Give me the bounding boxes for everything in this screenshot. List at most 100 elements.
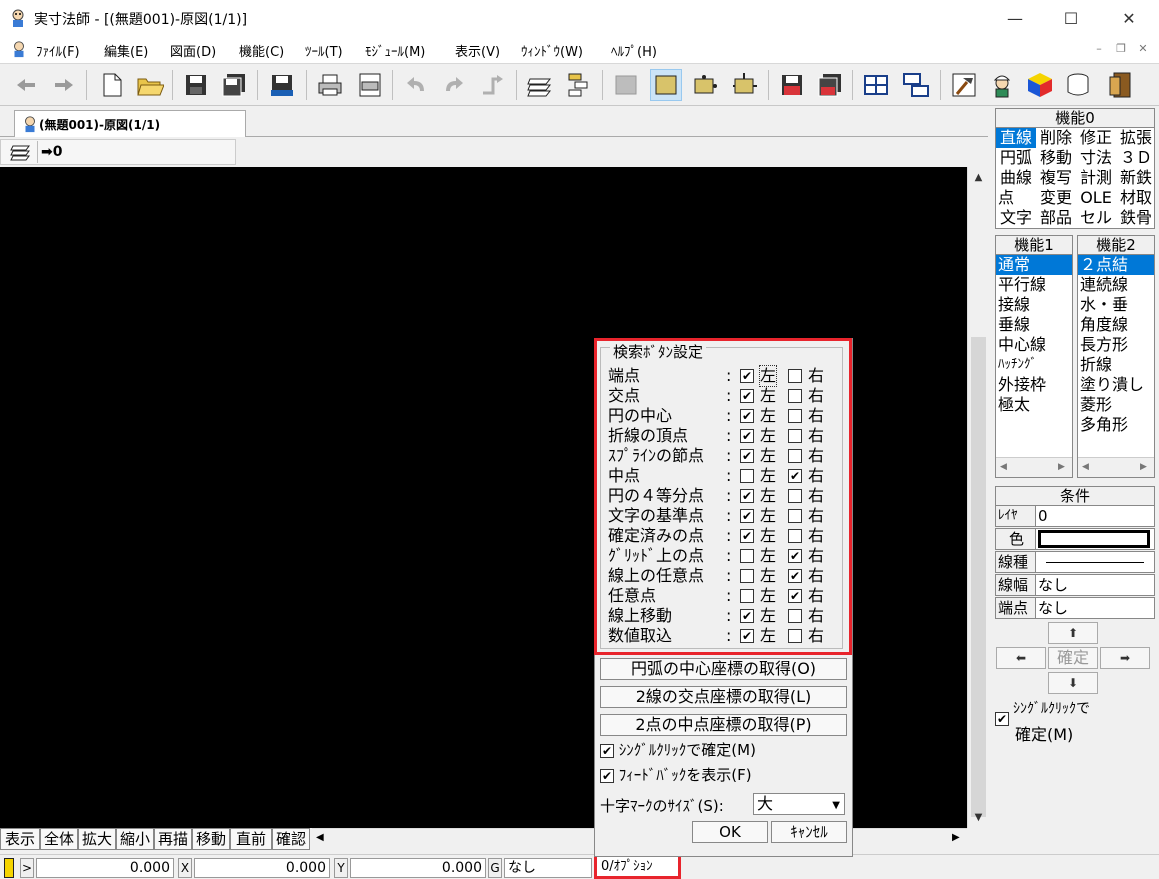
undo-icon[interactable] bbox=[400, 69, 432, 101]
snap-intersection-icon[interactable] bbox=[728, 69, 760, 101]
cmd-all-button[interactable]: 全体 bbox=[40, 828, 78, 850]
confirm-button[interactable]: 確定 bbox=[1048, 647, 1098, 669]
cmd-confirm-button[interactable]: 確認 bbox=[272, 828, 310, 850]
func-extend[interactable]: 拡張 bbox=[1116, 128, 1156, 148]
list-item[interactable]: ﾊｯﾁﾝｸﾞ bbox=[996, 355, 1072, 375]
new-file-icon[interactable] bbox=[96, 69, 128, 101]
layer-switch-icon[interactable] bbox=[562, 69, 594, 101]
forward-arrow-icon[interactable] bbox=[48, 69, 80, 101]
cmd-zoom-out-button[interactable]: 縮小 bbox=[116, 828, 154, 850]
list-item[interactable]: 接線 bbox=[996, 295, 1072, 315]
mdi-close-icon[interactable]: ✕ bbox=[1134, 42, 1152, 58]
nav-right-button[interactable]: ➡ bbox=[1100, 647, 1150, 669]
scroll-right-icon[interactable]: ▶ bbox=[1058, 462, 1065, 472]
menu-function[interactable]: 機能(C) bbox=[239, 41, 284, 60]
condition-endpoint[interactable]: 端点 なし bbox=[995, 597, 1155, 619]
back-arrow-icon[interactable] bbox=[10, 69, 42, 101]
func-new-rebar[interactable]: 新鉄 bbox=[1116, 168, 1156, 188]
worker-icon[interactable] bbox=[986, 69, 1018, 101]
menu-edit[interactable]: 編集(E) bbox=[104, 41, 148, 60]
func-dimension[interactable]: 寸法 bbox=[1076, 148, 1116, 168]
list-item[interactable]: 菱形 bbox=[1078, 395, 1154, 415]
scroll-down-icon[interactable]: ▼ bbox=[970, 809, 987, 826]
print-preview-icon[interactable] bbox=[354, 69, 386, 101]
layer-icon[interactable] bbox=[524, 69, 556, 101]
save-as-icon[interactable] bbox=[266, 69, 298, 101]
scroll-thumb[interactable] bbox=[971, 337, 986, 817]
ok-button[interactable]: OK bbox=[692, 821, 768, 843]
doc-mascot-icon[interactable] bbox=[10, 40, 28, 58]
func-change[interactable]: 変更 bbox=[1036, 188, 1076, 208]
snap-grid-icon[interactable] bbox=[650, 69, 682, 101]
redo-icon[interactable] bbox=[438, 69, 470, 101]
layer-icon[interactable] bbox=[9, 143, 33, 161]
cmd-display-button[interactable]: 表示 bbox=[0, 828, 40, 850]
mdi-restore-icon[interactable]: ❐ bbox=[1112, 42, 1130, 58]
func-line[interactable]: 直線 bbox=[996, 128, 1036, 148]
crosshair-size-select[interactable]: 大 ▼ bbox=[753, 793, 845, 815]
menu-view[interactable]: 表示(V) bbox=[455, 41, 500, 60]
snap-point-icon[interactable] bbox=[690, 69, 722, 101]
list-item[interactable]: 極太 bbox=[996, 395, 1072, 415]
cmd-redraw-button[interactable]: 再描 bbox=[154, 828, 192, 850]
menu-file[interactable]: ﾌｧｲﾙ(F) bbox=[36, 41, 80, 60]
condition-layer[interactable]: ﾚｲﾔ 0 bbox=[995, 505, 1155, 527]
cmd-move-button[interactable]: 移動 bbox=[192, 828, 230, 850]
list-item[interactable]: 外接枠 bbox=[996, 375, 1072, 395]
condition-linetype[interactable]: 線種 bbox=[995, 551, 1155, 573]
scroll-left-icon[interactable]: ◀ bbox=[1082, 462, 1089, 472]
checkbox[interactable]: ✔ bbox=[600, 743, 614, 758]
func-delete[interactable]: 削除 bbox=[1036, 128, 1076, 148]
list-hscroll[interactable]: ◀ ▶ bbox=[1078, 457, 1154, 477]
list-hscroll[interactable]: ◀ ▶ bbox=[996, 457, 1072, 477]
func-copy[interactable]: 複写 bbox=[1036, 168, 1076, 188]
layer-indicator[interactable]: ➡0 bbox=[41, 144, 62, 160]
color-cube-icon[interactable] bbox=[1024, 69, 1056, 101]
red-save-all-icon[interactable] bbox=[814, 69, 846, 101]
func-material[interactable]: 材取 bbox=[1116, 188, 1156, 208]
option-status[interactable]: 0/ｵﾌﾟｼｮﾝ bbox=[594, 854, 681, 879]
func-modify[interactable]: 修正 bbox=[1076, 128, 1116, 148]
menu-module[interactable]: ﾓｼﾞｭｰﾙ(M) bbox=[365, 41, 425, 60]
function1-list[interactable]: 通常 平行線 接線 垂線 中心線 ﾊｯﾁﾝｸﾞ 外接枠 極太 ◀ ▶ bbox=[995, 254, 1073, 478]
nav-left-button[interactable]: ⬅ bbox=[996, 647, 1046, 669]
close-button[interactable]: ✕ bbox=[1100, 0, 1158, 36]
redo-arrow-icon[interactable] bbox=[476, 69, 508, 101]
app-mascot-icon[interactable] bbox=[8, 8, 28, 28]
get-midpoint-button[interactable]: 2点の中点座標の取得(P) bbox=[600, 714, 847, 736]
table-icon[interactable] bbox=[860, 69, 892, 101]
single-click-checkbox[interactable]: ✔ bbox=[995, 712, 1009, 726]
func-parts[interactable]: 部品 bbox=[1036, 208, 1076, 228]
exit-door-icon[interactable] bbox=[1104, 69, 1136, 101]
condition-color[interactable]: 色 bbox=[995, 528, 1155, 550]
get-intersection-button[interactable]: 2線の交点座標の取得(L) bbox=[600, 686, 847, 708]
color-swatch[interactable] bbox=[1038, 530, 1150, 548]
func-measure[interactable]: 計測 bbox=[1076, 168, 1116, 188]
checkbox[interactable]: ✔ bbox=[600, 768, 614, 783]
cmd-previous-button[interactable]: 直前 bbox=[230, 828, 272, 850]
mdi-minimize-icon[interactable]: – bbox=[1090, 42, 1108, 58]
list-item[interactable]: 多角形 bbox=[1078, 415, 1154, 435]
cylinder-icon[interactable] bbox=[1062, 69, 1094, 101]
cmd-zoom-in-button[interactable]: 拡大 bbox=[78, 828, 116, 850]
func-3d[interactable]: ３Ｄ bbox=[1116, 148, 1156, 168]
condition-linewidth[interactable]: 線幅 なし bbox=[995, 574, 1155, 596]
func-curve[interactable]: 曲線 bbox=[996, 168, 1036, 188]
scroll-right-icon[interactable]: ▶ bbox=[1140, 462, 1147, 472]
doc-tab[interactable]: (無題001)-原図(1/1) bbox=[14, 110, 246, 137]
menu-drawing[interactable]: 図面(D) bbox=[170, 41, 216, 60]
scroll-left-icon[interactable]: ◀ bbox=[316, 832, 324, 843]
func-ole[interactable]: OLE bbox=[1076, 188, 1116, 208]
scroll-right-icon[interactable]: ▶ bbox=[952, 832, 960, 843]
list-item[interactable]: 中心線 bbox=[996, 335, 1072, 355]
scroll-left-icon[interactable]: ◀ bbox=[1000, 462, 1007, 472]
list-item[interactable]: 長方形 bbox=[1078, 335, 1154, 355]
menu-help[interactable]: ﾍﾙﾌﾟ(H) bbox=[611, 41, 657, 60]
tools-icon[interactable] bbox=[948, 69, 980, 101]
nav-down-button[interactable]: ⬇ bbox=[1048, 672, 1098, 694]
func-steel[interactable]: 鉄骨 bbox=[1116, 208, 1156, 228]
show-feedback-check[interactable]: ✔ ﾌｨｰﾄﾞﾊﾞｯｸを表示(F) bbox=[600, 764, 752, 786]
list-item[interactable]: ２点結 bbox=[1078, 255, 1154, 275]
get-arc-center-button[interactable]: 円弧の中心座標の取得(O) bbox=[600, 658, 847, 680]
save-icon[interactable] bbox=[180, 69, 212, 101]
